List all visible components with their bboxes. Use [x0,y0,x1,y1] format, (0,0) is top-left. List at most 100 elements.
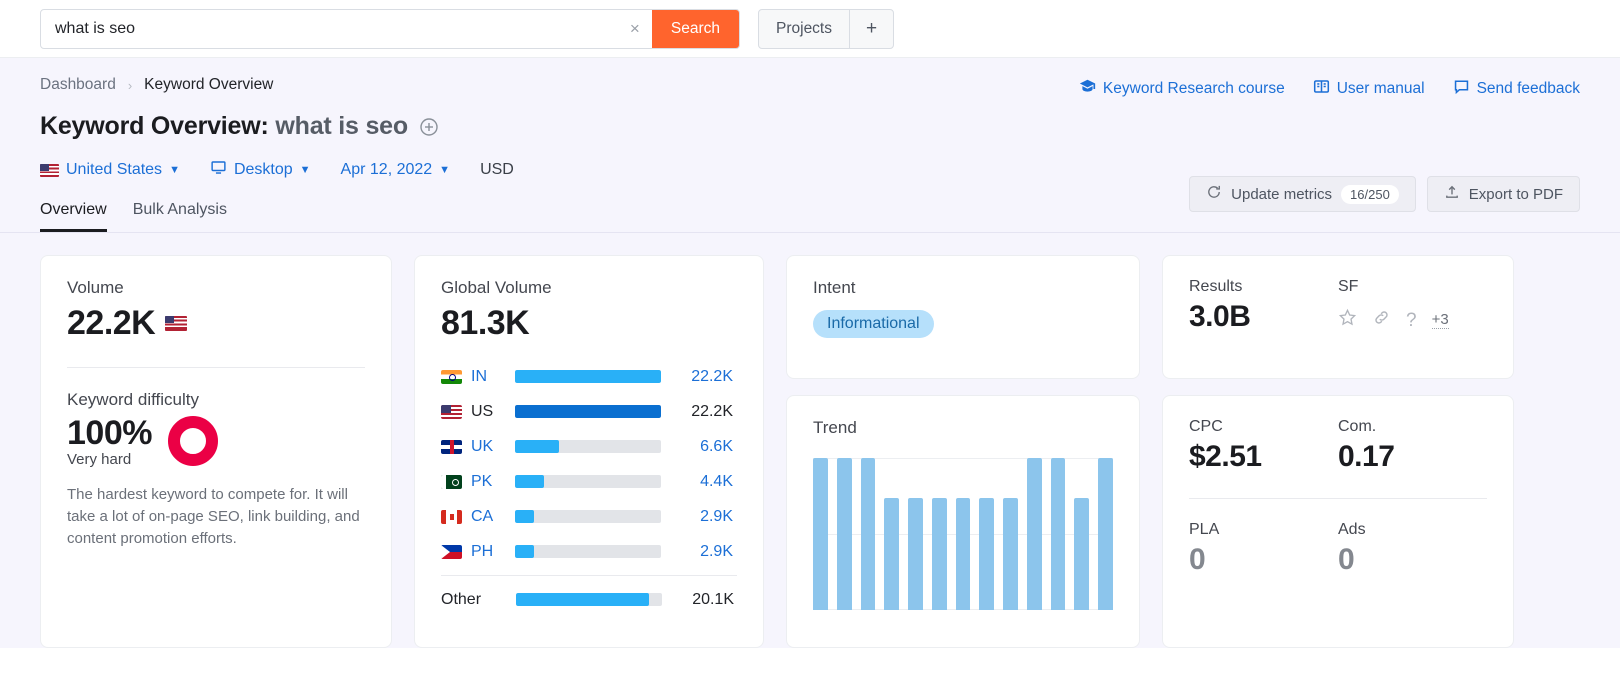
difficulty-donut-gauge [168,416,218,466]
page-title-keyword: what is seo [275,112,408,140]
keyword-difficulty-sub: Very hard [67,451,152,468]
country-flag-icon [441,405,462,419]
send-feedback-link[interactable]: Send feedback [1453,78,1580,100]
clear-search-icon[interactable]: × [618,10,652,48]
update-metrics-count: 16/250 [1341,185,1399,204]
send-feedback-label: Send feedback [1477,80,1580,98]
title-row: Keyword Overview: what is seo [40,112,1580,141]
user-manual-link[interactable]: User manual [1313,78,1425,100]
device-filter[interactable]: Desktop ▼ [210,159,311,181]
global-volume-row[interactable]: PK4.4K [441,464,737,499]
trend-bar[interactable] [1051,458,1066,610]
trend-bar[interactable] [813,458,828,610]
global-volume-row[interactable]: US22.2K [441,394,737,429]
breadcrumb-current: Keyword Overview [144,76,273,94]
volume-card: Volume 22.2K Keyword difficulty 100% Ver… [40,255,392,648]
question-icon[interactable]: ? [1406,311,1417,330]
country-volume-value: 6.6K [661,438,733,456]
star-icon[interactable] [1338,308,1357,332]
trend-bar[interactable] [884,498,899,610]
tab-bulk-analysis[interactable]: Bulk Analysis [133,201,227,232]
divider [1189,498,1487,499]
update-metrics-button[interactable]: Update metrics 16/250 [1189,176,1416,212]
volume-bar-fill [515,405,661,418]
ads-value: 0 [1338,543,1487,577]
volume-bar-fill [515,475,544,488]
results-block: Results 3.0B [1189,278,1338,334]
intent-chip[interactable]: Informational [813,310,934,338]
header-links: Keyword Research course User manual Send… [1079,78,1580,100]
tab-overview[interactable]: Overview [40,201,107,232]
date-filter-label: Apr 12, 2022 [341,161,433,179]
date-filter[interactable]: Apr 12, 2022 ▼ [341,161,451,179]
trend-bar[interactable] [837,458,852,610]
volume-bar-track [515,405,661,418]
trend-bar[interactable] [1003,498,1018,610]
country-volume-value: 4.4K [661,473,733,491]
export-pdf-label: Export to PDF [1469,186,1563,203]
search-button[interactable]: Search [652,10,739,48]
global-volume-row[interactable]: IN22.2K [441,359,737,394]
comment-icon [1453,78,1470,100]
chevron-down-icon: ▼ [439,164,450,176]
trend-bar[interactable] [1074,498,1089,610]
country-volume-value: 2.9K [661,543,733,561]
global-volume-row[interactable]: PH 2.9K [441,534,737,569]
volume-bar-fill [515,440,559,453]
trend-bar[interactable] [979,498,994,610]
trend-bar[interactable] [1027,458,1042,610]
trend-bar[interactable] [932,498,947,610]
projects-group: Projects + [758,9,894,49]
cpc-card: CPC $2.51 Com. 0.17 PLA 0 Ads 0 [1162,395,1514,648]
global-volume-label: Global Volume [441,278,737,298]
keyword-research-course-link[interactable]: Keyword Research course [1079,78,1285,100]
page-header: Dashboard › Keyword Overview Keyword Res… [0,58,1620,233]
trend-bar[interactable] [956,498,971,610]
search-input[interactable] [41,10,618,48]
results-value: 3.0B [1189,300,1338,334]
country-code: IN [471,368,515,386]
trend-bar[interactable] [908,498,923,610]
trend-bar[interactable] [861,458,876,610]
cpc-value: $2.51 [1189,440,1338,474]
keyword-difficulty-value: 100% [67,414,152,453]
global-volume-row[interactable]: UK6.6K [441,429,737,464]
trend-card: Trend [786,395,1140,648]
add-keyword-icon[interactable] [419,117,439,137]
export-pdf-button[interactable]: Export to PDF [1427,176,1580,212]
us-flag-icon [40,164,59,177]
country-flag-icon [441,510,462,524]
breadcrumb-dashboard[interactable]: Dashboard [40,76,116,94]
trend-bars [813,458,1113,610]
volume-bar-track [515,475,661,488]
com-block: Com. 0.17 [1338,418,1487,474]
volume-bar-track [516,593,662,606]
add-project-icon[interactable]: + [849,10,893,48]
global-volume-row[interactable]: CA2.9K [441,499,737,534]
ads-block: Ads 0 [1338,521,1487,577]
results-label: Results [1189,278,1338,296]
com-label: Com. [1338,418,1487,436]
cpc-com-row: CPC $2.51 Com. 0.17 [1189,418,1487,474]
currency-label: USD [480,161,514,179]
volume-bar-track [515,370,661,383]
right-column: Results 3.0B SF ? +3 [1162,255,1514,648]
pla-label: PLA [1189,521,1338,539]
projects-button[interactable]: Projects [759,10,849,48]
country-code: CA [471,508,515,526]
volume-bar-fill [516,593,649,606]
volume-bar-fill [515,545,534,558]
country-flag-icon [441,370,462,384]
country-code: PH [471,543,515,561]
volume-bar-track [515,510,661,523]
divider [441,575,737,576]
us-flag-icon [165,316,187,331]
cards-area: Volume 22.2K Keyword difficulty 100% Ver… [0,233,1620,648]
country-filter[interactable]: United States ▼ [40,161,180,179]
page-title-prefix: Keyword Overview: [40,112,269,140]
link-icon[interactable] [1372,308,1391,332]
country-filter-label: United States [66,161,162,179]
sf-more-button[interactable]: +3 [1432,311,1449,329]
country-volume-value: 22.2K [661,403,733,421]
trend-bar[interactable] [1098,458,1113,610]
